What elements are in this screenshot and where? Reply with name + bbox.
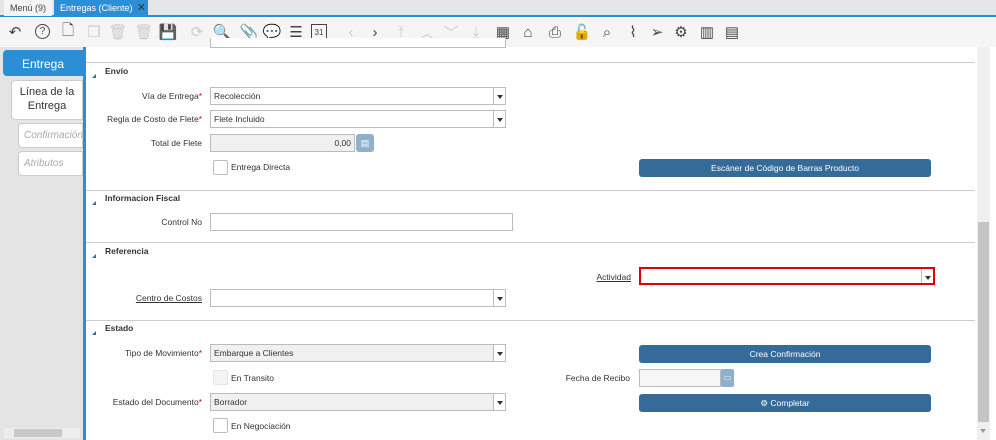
tab-confirmacion[interactable]: Confirmación [18,123,83,148]
zoom-across-icon[interactable]: ⌕ [597,22,617,42]
tipo-movimiento-label: Tipo de Movimiento* [124,348,202,358]
section-fiscal-title: Informacion Fiscal [105,193,181,203]
divider [86,242,975,243]
total-flete-label: Total de Flete [150,138,202,148]
delete-selection-icon[interactable]: 🗑 [134,22,154,42]
calculator-icon[interactable]: ▤ [356,134,374,152]
control-no-label: Control No [161,217,202,227]
scroll-down-icon[interactable] [980,429,986,433]
delete-icon[interactable]: 🗑 [108,22,128,42]
scrollbar-thumb[interactable] [14,429,62,437]
export-icon[interactable]: ▤ [722,22,742,42]
send-icon[interactable]: ➢ [647,22,667,42]
help-icon[interactable]: ? [35,24,50,39]
vertical-scrollbar[interactable] [977,47,990,440]
tab-label: Entregas (Cliente) [60,3,133,13]
scrollbar-thumb[interactable] [978,222,989,422]
print-icon[interactable]: ⎙ [545,22,565,42]
partial-field[interactable] [210,38,506,48]
control-no-input[interactable] [210,213,513,231]
en-negociacion-checkbox[interactable] [213,418,228,433]
divider [86,190,975,191]
archive-icon[interactable]: ⌂ [518,22,538,42]
collapse-icon[interactable] [92,331,96,335]
chevron-down-icon[interactable] [493,394,505,410]
chevron-down-icon[interactable] [493,345,505,361]
regla-costo-select[interactable]: Flete Incluido [210,110,506,128]
close-icon[interactable]: ✕ [137,0,146,16]
section-estado-title: Estado [105,323,134,333]
actividad-label[interactable]: Actividad [520,271,632,283]
total-flete-field[interactable]: 0,00 [210,134,355,152]
chevron-down-icon[interactable] [493,111,505,127]
new-record-icon[interactable]: 🗋 [58,22,78,42]
chevron-down-icon[interactable] [493,290,505,306]
entrega-directa-label: Entrega Directa [231,162,291,172]
left-tab-panel: Entrega Línea de la Entrega Confirmación… [0,47,83,440]
tab-atributos[interactable]: Atributos [18,151,83,176]
chevron-down-icon[interactable] [493,88,505,104]
save-icon[interactable]: 💾 [158,22,178,42]
collapse-icon[interactable] [92,201,96,205]
window-tab-bar: Menú (9) Entregas (Cliente) ✕ [0,0,996,17]
via-entrega-select[interactable]: Recolección [210,87,506,105]
undo-icon[interactable]: ↶ [5,22,25,42]
collapse-icon[interactable] [92,74,96,78]
lock-icon[interactable]: 🔓 [572,22,592,42]
divider [86,62,975,63]
refresh-icon[interactable]: ⟳ [187,22,207,42]
tab-entrega[interactable]: Entrega [3,50,83,76]
actividad-select[interactable] [639,267,935,285]
horizontal-scrollbar[interactable] [4,428,80,438]
via-label: Vía de Entrega* [141,91,202,101]
fecha-recibo-input[interactable] [639,369,721,387]
process-gear-icon[interactable]: ⚙ [671,22,691,42]
centro-costos-label[interactable]: Centro de Costos [90,292,202,304]
estado-documento-label: Estado del Documento* [112,397,202,407]
collapse-icon[interactable] [92,254,96,258]
section-referencia-title: Referencia [105,246,149,256]
tab-linea-entrega[interactable]: Línea de la Entrega [11,80,83,120]
divider [86,320,975,321]
panel-divider [83,47,86,440]
crea-confirmacion-button[interactable]: Crea Confirmación [639,345,931,363]
centro-costos-select[interactable] [210,289,506,307]
fecha-recibo-label: Fecha de Recibo [565,373,630,383]
entrega-directa-checkbox[interactable] [213,160,228,175]
gear-icon: ⚙ [760,398,771,408]
workflow-icon[interactable]: ⌇ [623,22,643,42]
en-transito-label: En Transito [231,373,274,383]
tab-menu[interactable]: Menú (9) [4,0,53,16]
chevron-down-icon[interactable] [921,269,933,283]
section-envio-title: Envío [105,66,129,76]
en-negociacion-label: En Negociación [231,421,291,431]
estado-documento-select[interactable]: Borrador [210,393,506,411]
barcode-scan-icon[interactable]: ▥ [697,22,717,42]
en-transito-checkbox[interactable] [213,370,228,385]
calendar-icon[interactable]: ▭ [721,369,734,387]
completar-button[interactable]: ⚙ Completar [639,394,931,412]
tipo-movimiento-select[interactable]: Embarque a Clientes [210,344,506,362]
tab-entregas-cliente[interactable]: Entregas (Cliente) ✕ [54,0,148,16]
regla-label: Regla de Costo de Flete* [107,114,202,124]
scanner-button[interactable]: Escáner de Código de Barras Producto [639,159,931,177]
copy-icon[interactable]: ❐ [84,22,104,42]
